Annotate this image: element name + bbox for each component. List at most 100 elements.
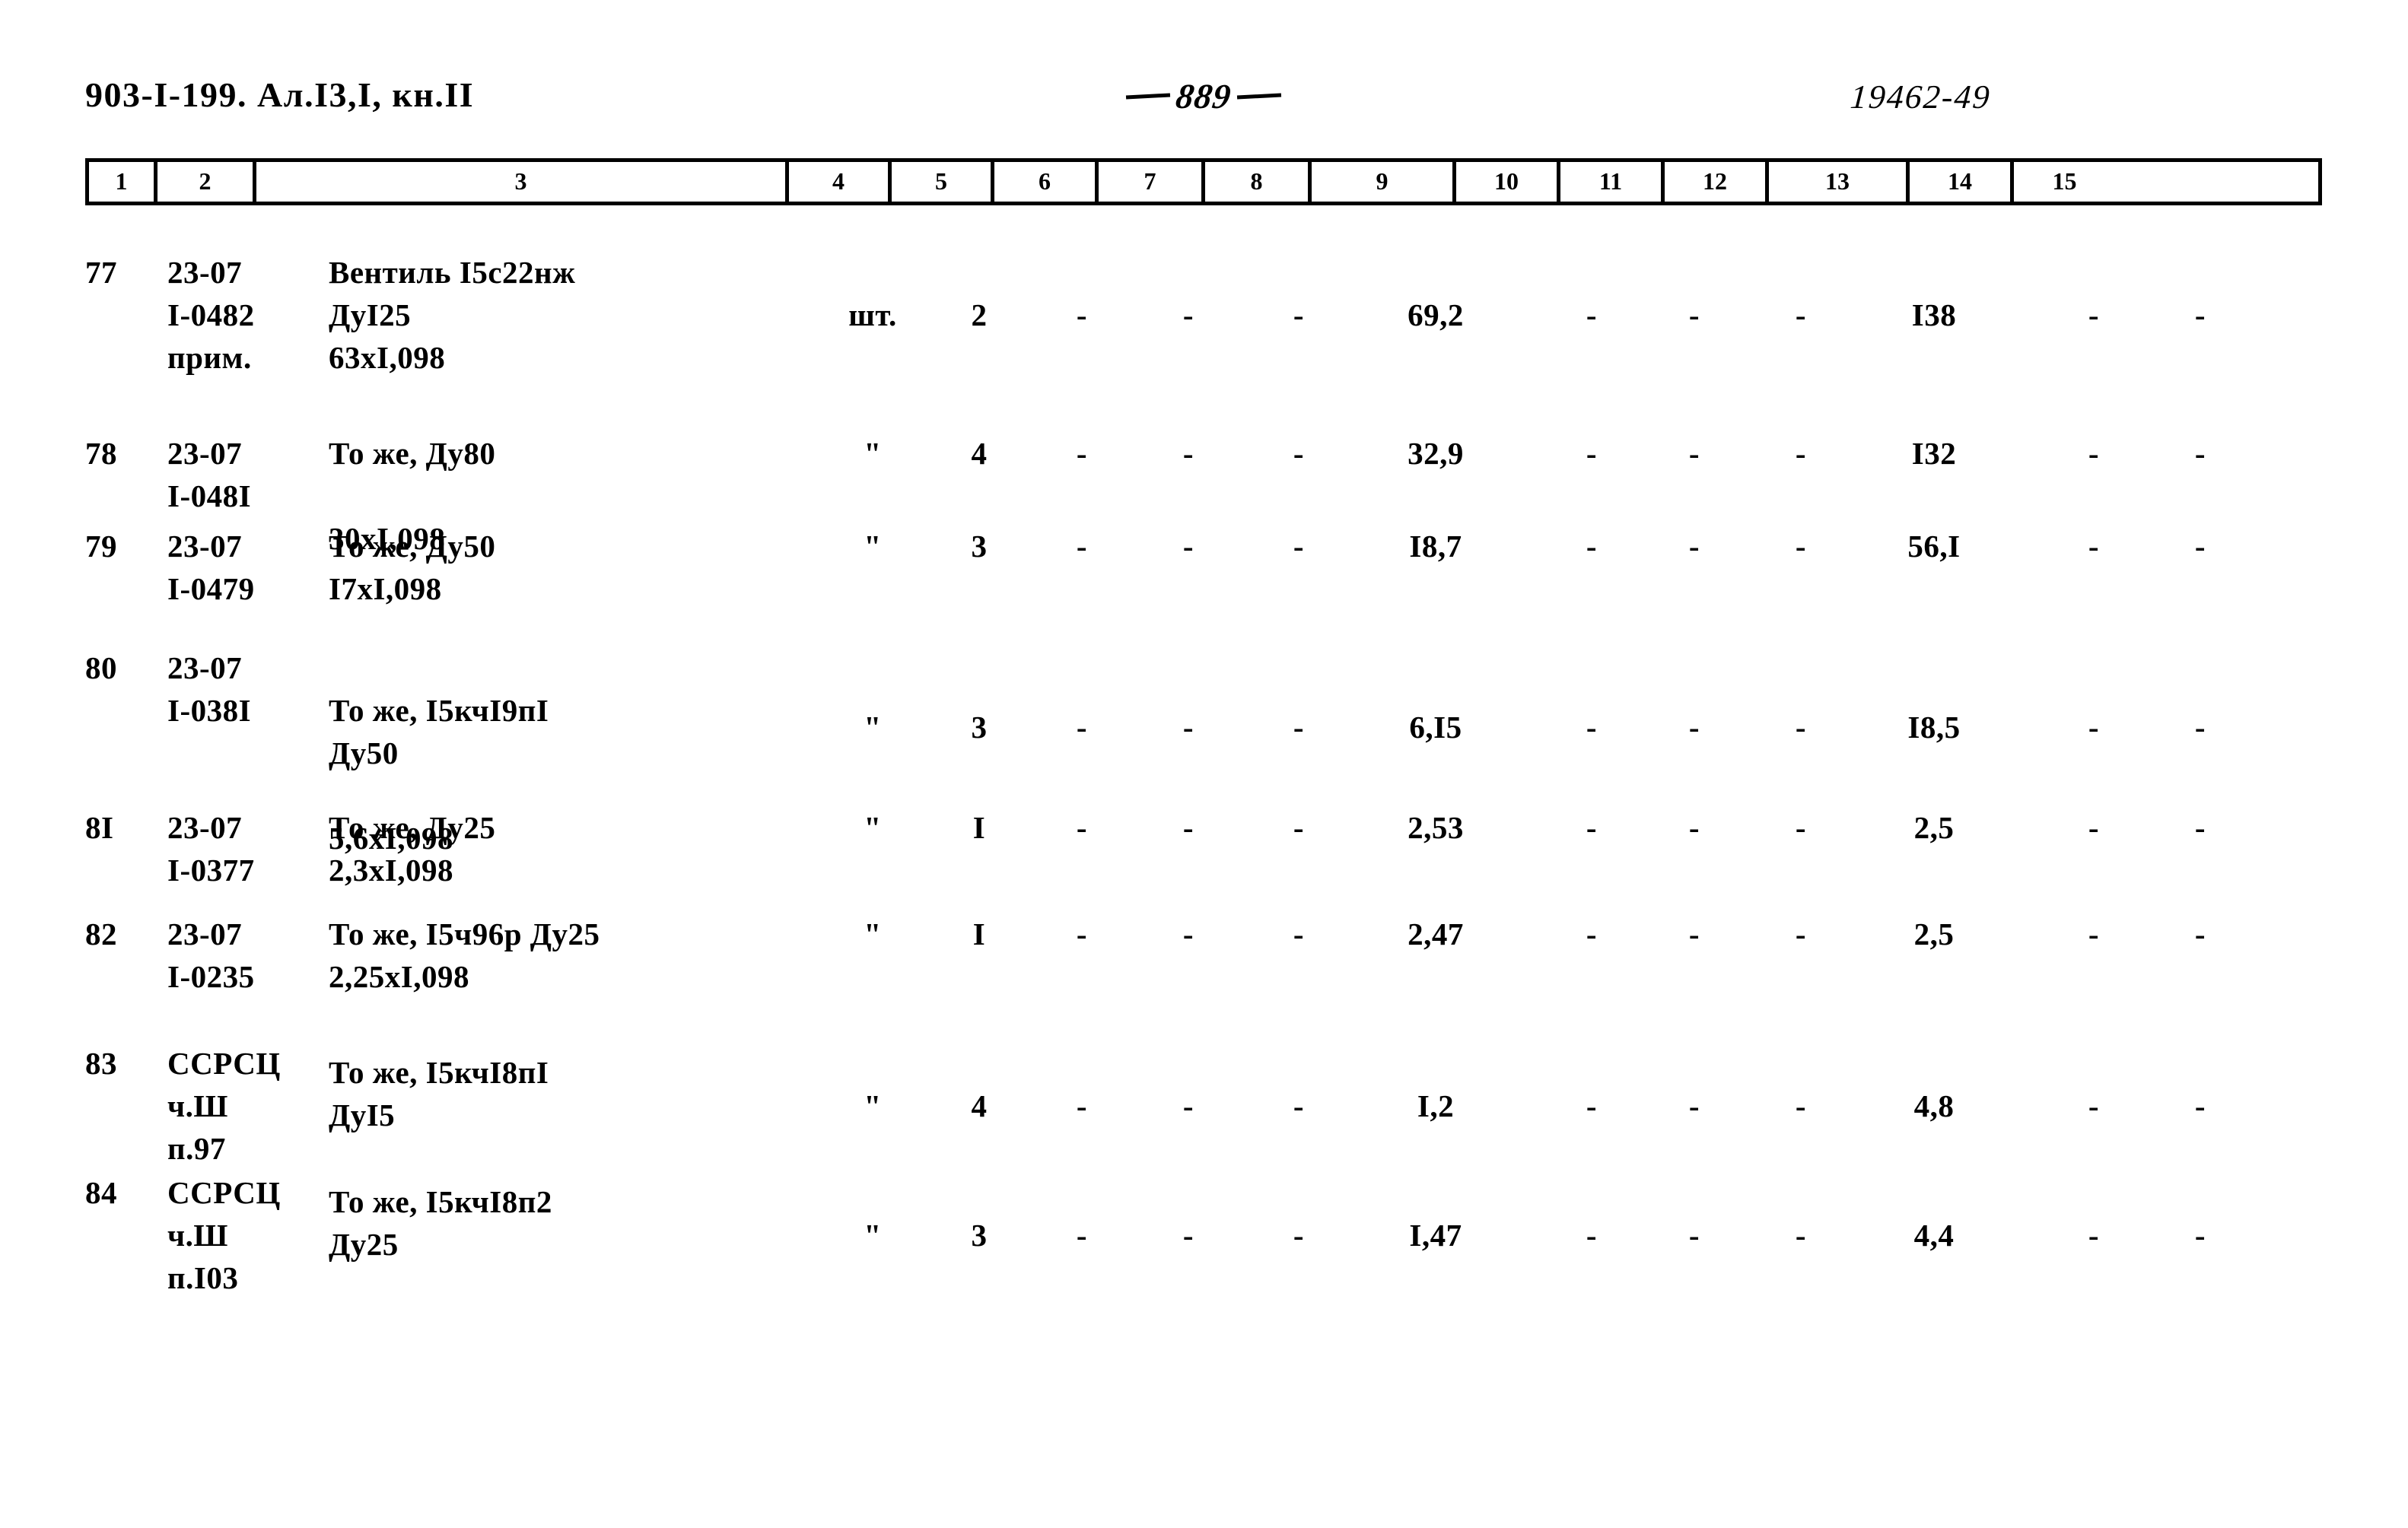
col9-value: I,2 [1417,1088,1455,1123]
quantity: 4 [971,1088,988,1123]
column-number-6: 6 [994,162,1099,202]
col11-value: - [1688,436,1700,471]
col13-value: I32 [1911,436,1957,471]
col9-value: 2,53 [1408,810,1464,845]
column-number-4: 4 [789,162,892,202]
col13-value: 2,5 [1913,916,1955,951]
col13-value: 4,8 [1913,1088,1955,1123]
col9-value: 32,9 [1408,436,1464,471]
reference-code: 23-07 I-0235 [167,916,255,994]
column-number-13: 13 [1769,162,1910,202]
table-row: 78 23-07 I-048I То же, Ду80 30xI,098 " 4- - -3… [85,432,2322,556]
scanned-document-page: 903-I-199. Ал.I3,I, кн.II 889 19462-49 1… [0,0,2408,1528]
unit: " [864,710,882,745]
col7-value: - [1182,916,1194,951]
col12-value: - [1795,810,1807,845]
col7-value: - [1182,1088,1194,1123]
unit: шт. [848,297,897,332]
col6-value: - [1076,916,1088,951]
column-number-3: 3 [256,162,789,202]
description: То же, I5кчI8пI ДуI5 [329,1055,549,1132]
col8-value: - [1293,297,1305,332]
table-row: 80 23-07 I-038I То же, I5кчI9пI Ду50 5,6xI… [85,646,2322,856]
col13-value: 56,I [1907,529,1961,564]
unit: " [864,1088,882,1123]
col11-value: - [1688,810,1700,845]
column-number-8: 8 [1205,162,1312,202]
col8-value: - [1293,436,1305,471]
col7-value: - [1182,810,1194,845]
col7-value: - [1182,436,1194,471]
reference-code: 23-07 I-0377 [167,810,255,888]
col11-value: - [1688,710,1700,745]
column-number-9: 9 [1312,162,1456,202]
col11-value: - [1688,916,1700,951]
table-row: 77 23-07 I-0482 прим. Вентиль I5c22нж ДуI2… [85,251,2322,409]
table-row: 79 23-07 I-0479 То же, Ду50 I7xI,098 " 3 - - - I… [85,525,2322,624]
col12-value: - [1795,916,1807,951]
unit: " [864,436,882,471]
column-number-7: 7 [1099,162,1205,202]
col13-value: 2,5 [1913,810,1955,845]
table-row: 84 ССРСЦ ч.Ш п.I03 То же, I5кчI8п2 Ду25 " 3 -… [85,1171,2322,1295]
col6-value: - [1076,297,1088,332]
quantity: 4 [971,436,988,471]
reference-code: ССРСЦ ч.Ш п.97 [167,1046,281,1166]
row-number: 84 [85,1175,117,1210]
col15-value: - [2194,1218,2206,1253]
col7-value: - [1182,1218,1194,1253]
description: То же, Ду25 2,3xI,098 [329,810,496,888]
row-number: 8I [85,810,114,845]
col12-value: - [1795,1088,1807,1123]
col8-value: - [1293,810,1305,845]
column-number-14: 14 [1910,162,2014,202]
page-number: 889 [1173,77,1234,116]
row-number: 82 [85,916,117,951]
reference-code: 23-07 I-0482 прим. [167,255,255,375]
col15-value: - [2194,297,2206,332]
row-number: 77 [85,255,117,290]
row-number: 78 [85,436,117,471]
col14-value: - [2088,297,2100,332]
col11-value: - [1688,1218,1700,1253]
col10-value: - [1586,916,1598,951]
col15-value: - [2194,436,2206,471]
col11-value: - [1688,529,1700,564]
col8-value: - [1293,916,1305,951]
table-row: 82 23-07 I-0235 То же, I5ч96р Ду25 2,25xI,… [85,913,2322,1019]
column-number-12: 12 [1665,162,1769,202]
col6-value: - [1076,710,1088,745]
column-number-11: 11 [1560,162,1665,202]
row-number: 80 [85,650,117,685]
column-number-10: 10 [1456,162,1560,202]
table-row: 8I 23-07 I-0377 То же, Ду25 2,3xI,098 " I - - -… [85,806,2322,890]
col15-value: - [2194,810,2206,845]
col14-value: - [2088,916,2100,951]
column-number-2: 2 [157,162,256,202]
quantity: 3 [971,529,988,564]
col14-value: - [2088,1218,2100,1253]
col12-value: - [1795,297,1807,332]
page-number-left-rule [1125,93,1171,100]
column-number-5: 5 [892,162,994,202]
col14-value: - [2088,710,2100,745]
table-row: 83 ССРСЦ ч.Ш п.97 То же, I5кчI8пI ДуI5 " 4 - -… [85,1042,2322,1166]
col7-value: - [1182,710,1194,745]
reference-code: 23-07 I-048I [167,436,252,513]
col6-value: - [1076,436,1088,471]
col12-value: - [1795,529,1807,564]
col15-value: - [2194,916,2206,951]
col11-value: - [1688,1088,1700,1123]
col6-value: - [1076,810,1088,845]
page-number-group: 889 [1125,76,1282,116]
row-number: 79 [85,529,117,564]
row-number: 83 [85,1046,117,1081]
col12-value: - [1795,436,1807,471]
col14-value: - [2088,810,2100,845]
unit: " [864,810,882,845]
unit: " [864,1218,882,1253]
col8-value: - [1293,1218,1305,1253]
quantity: 3 [971,1218,988,1253]
col9-value: 69,2 [1408,297,1464,332]
col15-value: - [2194,710,2206,745]
